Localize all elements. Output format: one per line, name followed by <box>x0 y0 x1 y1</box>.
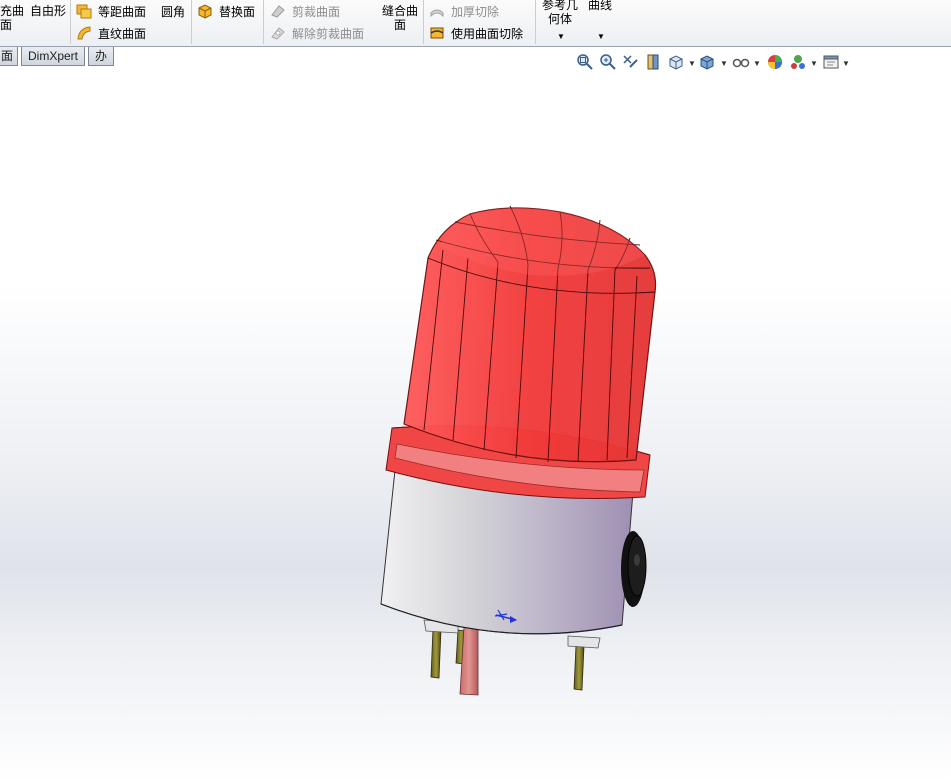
side-knob <box>621 531 647 607</box>
warning-light-model[interactable] <box>0 0 951 782</box>
red-lens-dome <box>403 205 657 463</box>
